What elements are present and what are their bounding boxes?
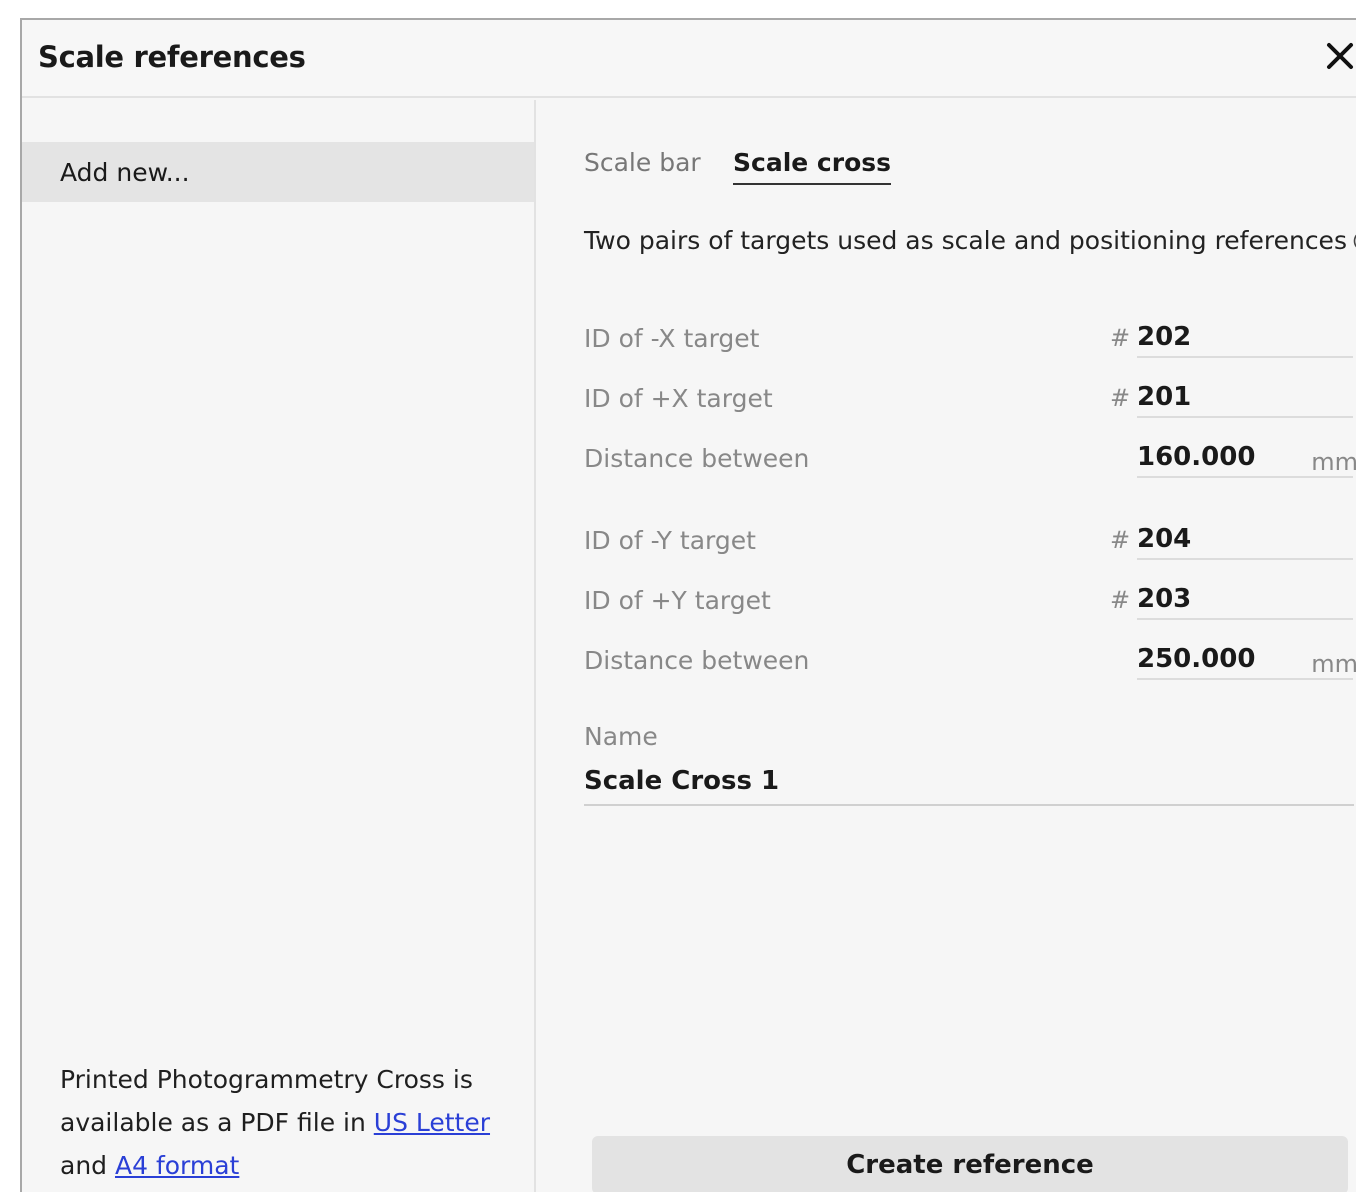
close-icon[interactable] (1322, 38, 1356, 74)
field-label: ID of +X target (584, 384, 773, 413)
create-reference-button[interactable]: Create reference (592, 1136, 1348, 1192)
unit-label: mm (1311, 650, 1356, 678)
minus-x-target-id-input[interactable]: 202 (1137, 316, 1353, 358)
field-row-plus-x: ID of +X target # 201 (584, 376, 1356, 426)
hash-prefix: # (1110, 384, 1131, 412)
description-label: Two pairs of targets used as scale and p… (584, 226, 1347, 255)
tab-scale-bar[interactable]: Scale bar (584, 148, 701, 183)
field-label: ID of -Y target (584, 526, 756, 555)
hash-prefix: # (1110, 586, 1131, 614)
field-label: Distance between (584, 646, 810, 675)
field-row-minus-y: ID of -Y target # 204 (584, 518, 1356, 568)
plus-x-target-id-input[interactable]: 201 (1137, 376, 1353, 418)
field-label: ID of -X target (584, 324, 760, 353)
name-label: Name (584, 722, 658, 751)
minus-y-target-id-input[interactable]: 204 (1137, 518, 1353, 560)
hash-prefix: # (1110, 526, 1131, 554)
pdf-download-note: Printed Photogrammetry Cross is availabl… (60, 1058, 520, 1187)
note-text-middle: and (60, 1151, 115, 1180)
scale-references-dialog: Scale references Add new... Printed Phot… (20, 18, 1356, 1192)
field-row-y-distance: Distance between 250.000 mm (584, 638, 1356, 688)
unit-label: mm (1311, 448, 1356, 476)
sidebar: Add new... Printed Photogrammetry Cross … (22, 100, 536, 1192)
field-label: ID of +Y target (584, 586, 771, 615)
plus-y-target-id-input[interactable]: 203 (1137, 578, 1353, 620)
us-letter-link[interactable]: US Letter (374, 1108, 490, 1137)
description-text: Two pairs of targets used as scale and p… (584, 226, 1356, 255)
field-row-x-distance: Distance between 160.000 mm (584, 436, 1356, 486)
field-label: Distance between (584, 444, 810, 473)
main-panel: Scale bar Scale cross Two pairs of targe… (538, 100, 1356, 1192)
dialog-titlebar: Scale references (22, 20, 1356, 98)
tab-scale-cross[interactable]: Scale cross (733, 148, 892, 185)
field-row-plus-y: ID of +Y target # 203 (584, 578, 1356, 628)
hash-prefix: # (1110, 324, 1131, 352)
field-row-minus-x: ID of -X target # 202 (584, 316, 1356, 366)
name-input[interactable]: Scale Cross 1 (584, 760, 1354, 806)
a4-format-link[interactable]: A4 format (115, 1151, 239, 1180)
add-new-item[interactable]: Add new... (22, 142, 534, 202)
dialog-title: Scale references (38, 40, 306, 74)
